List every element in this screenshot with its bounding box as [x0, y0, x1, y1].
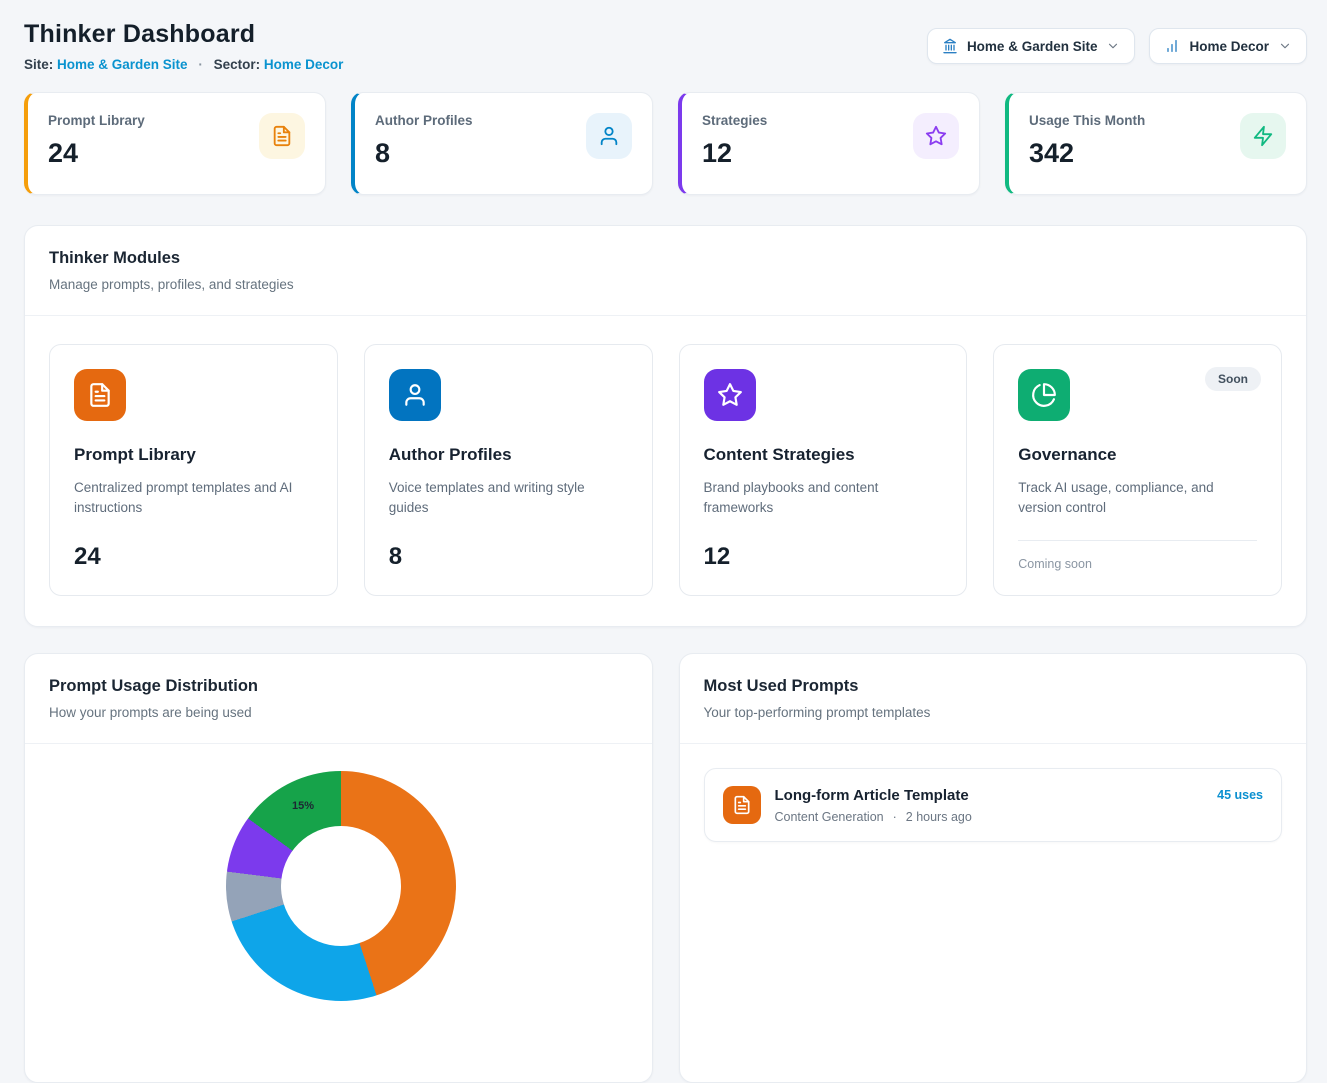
- module-count: 12: [704, 543, 943, 571]
- bar-chart-icon: [1164, 38, 1180, 54]
- modules-grid: Prompt Library Centralized prompt templa…: [25, 316, 1306, 626]
- prompt-item-uses: 45 uses: [1217, 786, 1263, 802]
- stat-value: 8: [375, 138, 473, 169]
- stat-label: Strategies: [702, 113, 767, 128]
- site-selector-button[interactable]: Home & Garden Site: [927, 28, 1136, 64]
- user-icon: [389, 369, 441, 421]
- stat-label: Prompt Library: [48, 113, 145, 128]
- user-icon: [586, 113, 632, 159]
- stat-text: Usage This Month 342: [1029, 113, 1145, 169]
- zap-icon: [1240, 113, 1286, 159]
- site-link[interactable]: Home & Garden Site: [57, 57, 188, 72]
- stat-card-usage: Usage This Month 342: [1005, 92, 1307, 195]
- prompt-list-item[interactable]: Long-form Article Template Content Gener…: [704, 768, 1283, 842]
- sector-label: Sector:: [214, 57, 261, 72]
- prompt-item-category: Content Generation: [775, 810, 884, 824]
- sector-selector-label: Home Decor: [1189, 39, 1269, 54]
- module-description: Track AI usage, compliance, and version …: [1018, 478, 1257, 519]
- stats-row: Prompt Library 24 Author Profiles 8 Stra…: [24, 92, 1307, 195]
- module-card-author-profiles[interactable]: Author Profiles Voice templates and writ…: [364, 344, 653, 596]
- chevron-down-icon: [1106, 39, 1120, 53]
- stat-label: Usage This Month: [1029, 113, 1145, 128]
- page-title: Thinker Dashboard: [24, 20, 343, 49]
- module-card-governance: Soon Governance Track AI usage, complian…: [993, 344, 1282, 596]
- most-used-prompts-card: Most Used Prompts Your top-performing pr…: [679, 653, 1308, 1083]
- prompts-card-subtitle: Your top-performing prompt templates: [704, 705, 1283, 720]
- meta-separator: ·: [893, 810, 897, 824]
- modules-panel-header: Thinker Modules Manage prompts, profiles…: [25, 226, 1306, 315]
- sector-link[interactable]: Home Decor: [264, 57, 344, 72]
- usage-card-subtitle: How your prompts are being used: [49, 705, 628, 720]
- coming-soon-text: Coming soon: [1018, 557, 1257, 571]
- stat-label: Author Profiles: [375, 113, 473, 128]
- star-icon: [704, 369, 756, 421]
- stat-card-author-profiles: Author Profiles 8: [351, 92, 653, 195]
- stat-value: 342: [1029, 138, 1145, 169]
- star-icon: [913, 113, 959, 159]
- prompts-card-title: Most Used Prompts: [704, 677, 1283, 696]
- stat-value: 24: [48, 138, 145, 169]
- chevron-down-icon: [1278, 39, 1292, 53]
- module-description: Brand playbooks and content frameworks: [704, 478, 943, 519]
- donut-chart-area: 15%: [25, 744, 652, 1074]
- module-description: Voice templates and writing style guides: [389, 478, 628, 519]
- module-count: 8: [389, 543, 628, 571]
- site-label: Site:: [24, 57, 53, 72]
- donut-segment-label: 15%: [283, 800, 323, 812]
- usage-card-title: Prompt Usage Distribution: [49, 677, 628, 696]
- sector-selector-button[interactable]: Home Decor: [1149, 28, 1307, 64]
- stat-text: Author Profiles 8: [375, 113, 473, 169]
- donut-chart: [226, 771, 456, 1001]
- usage-distribution-card: Prompt Usage Distribution How your promp…: [24, 653, 653, 1083]
- module-description: Centralized prompt templates and AI inst…: [74, 478, 313, 519]
- stat-text: Prompt Library 24: [48, 113, 145, 169]
- site-selector-label: Home & Garden Site: [967, 39, 1098, 54]
- modules-subtitle: Manage prompts, profiles, and strategies: [49, 277, 1282, 292]
- breadcrumb: Site: Home & Garden Site · Sector: Home …: [24, 57, 343, 72]
- modules-panel: Thinker Modules Manage prompts, profiles…: [24, 225, 1307, 627]
- header-controls: Home & Garden Site Home Decor: [927, 28, 1307, 64]
- usage-card-header: Prompt Usage Distribution How your promp…: [25, 654, 652, 743]
- stat-value: 12: [702, 138, 767, 169]
- module-card-prompt-library[interactable]: Prompt Library Centralized prompt templa…: [49, 344, 338, 596]
- prompt-item-meta: Content Generation · 2 hours ago: [775, 810, 972, 824]
- soon-badge: Soon: [1205, 367, 1261, 391]
- page-header: Thinker Dashboard Site: Home & Garden Si…: [24, 20, 1307, 72]
- file-text-icon: [259, 113, 305, 159]
- module-title: Governance: [1018, 445, 1257, 465]
- module-title: Content Strategies: [704, 445, 943, 465]
- modules-title: Thinker Modules: [49, 249, 1282, 268]
- landmark-icon: [942, 38, 958, 54]
- file-text-icon: [74, 369, 126, 421]
- module-card-content-strategies[interactable]: Content Strategies Brand playbooks and c…: [679, 344, 968, 596]
- pie-chart-icon: [1018, 369, 1070, 421]
- breadcrumb-separator: ·: [198, 57, 203, 72]
- file-text-icon: [723, 786, 761, 824]
- prompt-item-title: Long-form Article Template: [775, 787, 972, 804]
- prompt-item-text: Long-form Article Template Content Gener…: [775, 787, 972, 824]
- stat-card-prompt-library: Prompt Library 24: [24, 92, 326, 195]
- prompt-item-time: 2 hours ago: [906, 810, 972, 824]
- dashboard-page: Thinker Dashboard Site: Home & Garden Si…: [0, 0, 1327, 1083]
- divider: [1018, 540, 1257, 541]
- prompts-list: Long-form Article Template Content Gener…: [680, 744, 1307, 866]
- stat-text: Strategies 12: [702, 113, 767, 169]
- module-title: Author Profiles: [389, 445, 628, 465]
- prompts-card-header: Most Used Prompts Your top-performing pr…: [680, 654, 1307, 743]
- stat-card-strategies: Strategies 12: [678, 92, 980, 195]
- module-count: 24: [74, 543, 313, 571]
- bottom-row: Prompt Usage Distribution How your promp…: [24, 653, 1307, 1083]
- module-title: Prompt Library: [74, 445, 313, 465]
- header-left: Thinker Dashboard Site: Home & Garden Si…: [24, 20, 343, 72]
